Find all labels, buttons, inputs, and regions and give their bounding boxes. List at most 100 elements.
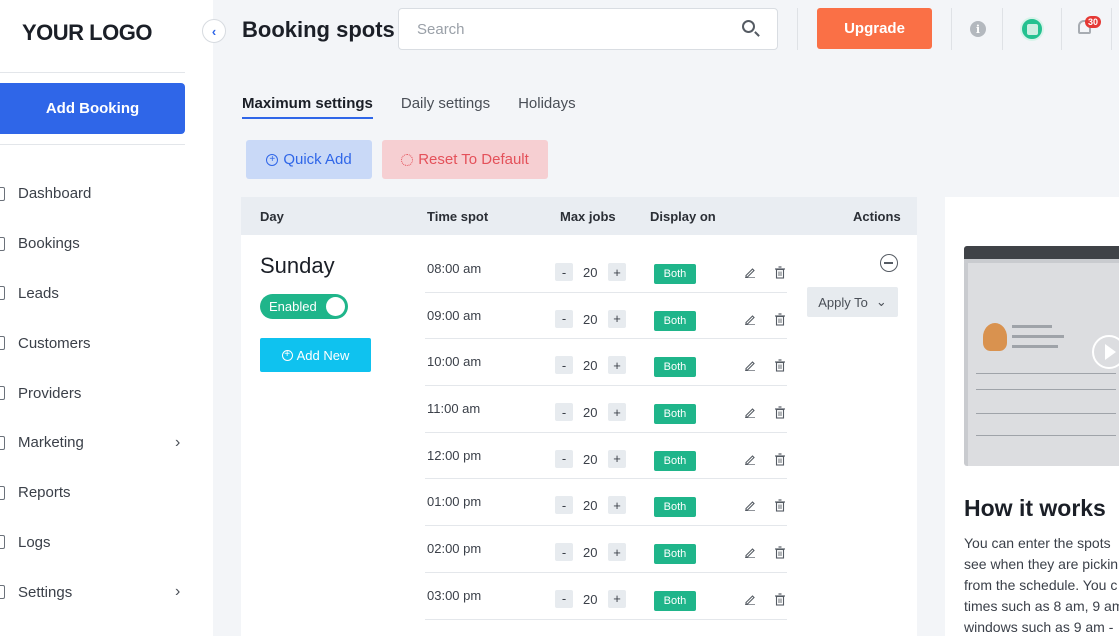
remove-day-icon[interactable] [880, 254, 898, 272]
edit-icon[interactable] [744, 313, 756, 325]
sidebar-item-bookings[interactable]: Bookings [0, 219, 200, 269]
edit-icon[interactable] [744, 499, 756, 512]
trash-icon[interactable] [774, 266, 786, 279]
column-time-spot: Time spot [427, 209, 489, 224]
column-actions: Actions [853, 209, 901, 224]
decrement-button[interactable]: - [555, 403, 573, 422]
sidebar-item-customers[interactable]: Customers [0, 318, 200, 368]
upgrade-button[interactable]: Upgrade [817, 8, 932, 49]
sidebar-item-settings[interactable]: Settings › [0, 567, 200, 617]
display-on-badge: Both [654, 404, 696, 425]
sidebar-item-label: Marketing [18, 434, 84, 452]
sidebar-item-dashboard[interactable]: Dashboard [0, 169, 200, 219]
search-input[interactable] [398, 8, 778, 50]
trash-icon[interactable] [774, 453, 786, 466]
edit-icon[interactable] [744, 359, 756, 372]
toggle-label: Enabled [269, 299, 317, 314]
dashboard-icon [0, 186, 5, 201]
customers-icon [0, 336, 5, 351]
search-icon[interactable] [742, 20, 755, 33]
add-booking-button[interactable]: Add Booking [0, 83, 185, 134]
video-line [976, 373, 1116, 374]
sidebar-item-label: Providers [18, 384, 82, 402]
collapse-sidebar-button[interactable]: ‹ [202, 19, 226, 43]
trash-icon[interactable] [774, 499, 786, 512]
edit-icon[interactable] [744, 266, 756, 278]
time-spot: 02:00 pm [427, 541, 482, 557]
decrement-button[interactable]: - [555, 543, 573, 562]
booking-spots-table: Day Time spot Max jobs Display on Action… [241, 197, 917, 636]
increment-button[interactable]: + [608, 496, 626, 515]
trash-icon[interactable] [774, 359, 786, 372]
apply-to-label: Apply To [818, 294, 868, 310]
increment-button[interactable]: + [608, 589, 626, 608]
enabled-toggle[interactable]: Enabled [260, 294, 348, 319]
increment-button[interactable]: + [608, 543, 626, 562]
plus-circle-icon: + [266, 153, 279, 166]
video-avatar [983, 323, 1007, 351]
trash-icon[interactable] [774, 313, 786, 326]
increment-button[interactable]: + [608, 449, 626, 468]
avatar[interactable] [1020, 17, 1044, 41]
decrement-button[interactable]: - [555, 356, 573, 375]
sidebar-item-marketing[interactable]: Marketing › [0, 418, 200, 468]
quick-add-label: Quick Add [283, 151, 352, 168]
video-thumbnail[interactable] [964, 246, 1119, 466]
leads-icon [0, 286, 5, 301]
video-line [976, 389, 1116, 390]
page-title: Booking spots [242, 17, 395, 42]
decrement-button[interactable]: - [555, 449, 573, 468]
video-line [1012, 325, 1052, 328]
bookings-icon [0, 236, 5, 251]
increment-button[interactable]: + [608, 403, 626, 422]
edit-icon[interactable] [744, 546, 756, 559]
text-line: You can enter the spots [964, 535, 1111, 551]
edit-icon[interactable] [744, 406, 756, 419]
display-on-badge: Both [654, 497, 696, 518]
chevron-left-icon: ‹ [211, 23, 217, 39]
video-line [976, 413, 1116, 414]
time-spot: 09:00 am [427, 307, 482, 323]
divider [0, 72, 185, 73]
tab-holidays[interactable]: Holidays [518, 95, 576, 119]
text-line: from the schedule. You c [964, 577, 1118, 593]
sidebar-item-providers[interactable]: Providers [0, 368, 200, 418]
tab-bar: Maximum settings Daily settings Holidays [242, 95, 604, 119]
reset-to-default-button[interactable]: Reset To Default [382, 140, 548, 179]
video-line [1012, 335, 1064, 338]
increment-button[interactable]: + [608, 309, 626, 328]
time-spot: 11:00 am [427, 401, 481, 417]
sidebar-item-reports[interactable]: Reports [0, 468, 200, 518]
apply-to-dropdown[interactable]: Apply To ⌄ [807, 287, 898, 317]
time-spot: 01:00 pm [427, 494, 482, 510]
column-max-jobs: Max jobs [560, 209, 616, 224]
text-line: see when they are pickin [964, 556, 1119, 572]
info-icon[interactable]: i [970, 21, 986, 37]
increment-button[interactable]: + [608, 263, 626, 281]
logs-icon [0, 535, 5, 550]
edit-icon[interactable] [744, 593, 756, 605]
add-new-button[interactable]: + Add New [260, 338, 371, 372]
sidebar: YOUR LOGO Add Booking Dashboard Bookings L… [0, 0, 213, 636]
edit-icon[interactable] [744, 453, 756, 465]
sidebar-item-logs[interactable]: Logs [0, 518, 200, 568]
sidebar-item-leads[interactable]: Leads [0, 269, 200, 319]
decrement-button[interactable]: - [555, 263, 573, 281]
increment-button[interactable]: + [608, 356, 626, 375]
decrement-button[interactable]: - [555, 309, 573, 328]
display-on-badge: Both [654, 450, 696, 471]
decrement-button[interactable]: - [555, 496, 573, 515]
time-spot: 12:00 pm [427, 447, 482, 463]
calendar-icon [1026, 23, 1038, 35]
tab-maximum-settings[interactable]: Maximum settings [242, 95, 373, 119]
trash-icon[interactable] [774, 546, 786, 559]
trash-icon[interactable] [774, 406, 786, 419]
display-on-badge: Both [654, 264, 696, 284]
decrement-button[interactable]: - [555, 589, 573, 608]
play-icon[interactable] [1092, 335, 1119, 369]
quick-add-button[interactable]: + Quick Add [246, 140, 372, 179]
trash-icon[interactable] [774, 593, 786, 606]
how-it-works-text: You can enter the spots see when they are… [964, 533, 1119, 636]
tab-daily-settings[interactable]: Daily settings [401, 95, 490, 119]
time-spot: 03:00 pm [427, 587, 482, 603]
